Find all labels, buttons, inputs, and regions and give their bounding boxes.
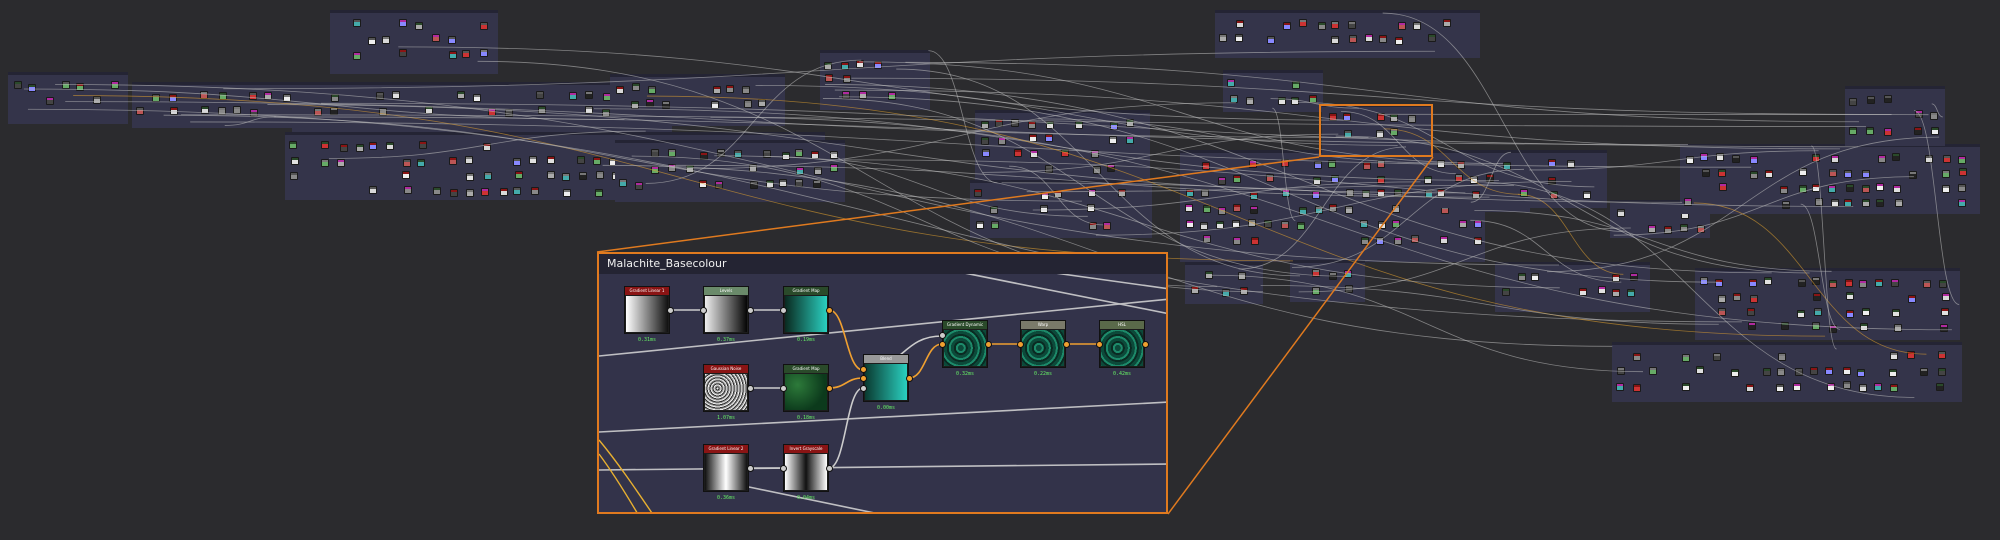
zoom-inset-panel[interactable]: Malachite_Basecolour Gradient Linear 1 0.… (597, 252, 1168, 514)
node-header: Gradient Map (784, 287, 828, 295)
node-timing: 0.37ms (716, 337, 736, 343)
node-timing: 0.19ms (796, 337, 816, 343)
node-invert-grayscale[interactable]: Invert Grayscale 0.04ms (783, 444, 829, 501)
node-preview-thumbnail (1022, 330, 1064, 366)
node-port[interactable] (906, 375, 913, 382)
node-preview-thumbnail (705, 296, 747, 332)
node-port[interactable] (860, 385, 867, 392)
node-header: Gaussian Noise (704, 365, 748, 373)
node-timing: 0.31ms (637, 337, 657, 343)
node-header: Warp (1021, 321, 1065, 329)
node-preview-thumbnail (785, 454, 827, 490)
node-gradient-map[interactable]: Gradient Map 0.18ms (783, 364, 829, 421)
node-preview-thumbnail (705, 374, 747, 410)
node-gradient-dynamic[interactable]: Gradient Dynamic 0.32ms (942, 320, 988, 377)
node-gaussian-noise[interactable]: Gaussian Noise 1.07ms (703, 364, 749, 421)
node-header: Gradient Linear 2 (704, 445, 748, 453)
node-warp[interactable]: Warp 0.22ms (1020, 320, 1066, 377)
node-timing: 0.00ms (876, 405, 896, 411)
node-port[interactable] (939, 341, 946, 348)
node-port[interactable] (985, 341, 992, 348)
node-port[interactable] (747, 307, 754, 314)
node-port[interactable] (1142, 341, 1149, 348)
node-preview-thumbnail (785, 374, 827, 410)
node-graph-canvas[interactable]: { "inset": { "title": "Malachite_Basecol… (0, 0, 2000, 540)
node-port[interactable] (747, 385, 754, 392)
node-link (908, 343, 943, 379)
node-preview-thumbnail (944, 330, 986, 366)
node-port[interactable] (939, 332, 946, 339)
node-port[interactable] (826, 385, 833, 392)
node-header: Blend (864, 355, 908, 363)
node-port[interactable] (780, 307, 787, 314)
inset-frame-title: Malachite_Basecolour (599, 254, 1166, 274)
node-port[interactable] (780, 465, 787, 472)
node-header: Levels (704, 287, 748, 295)
node-blend[interactable]: Blend 0.00ms (863, 354, 909, 411)
node-link (828, 309, 864, 371)
node-link (828, 387, 864, 469)
node-port[interactable] (1063, 341, 1070, 348)
node-port[interactable] (1096, 341, 1103, 348)
node-header: Gradient Dynamic (943, 321, 987, 329)
node-header: Gradient Linear 1 (625, 287, 669, 295)
node-port[interactable] (667, 307, 674, 314)
node-port[interactable] (860, 366, 867, 373)
node-timing: 0.18ms (796, 415, 816, 421)
node-header: Invert Grayscale (784, 445, 828, 453)
node-port[interactable] (700, 307, 707, 314)
node-timing: 0.36ms (716, 495, 736, 501)
node-levels[interactable]: Levels 0.37ms (703, 286, 749, 343)
node-header: Gradient Map (784, 365, 828, 373)
node-port[interactable] (780, 385, 787, 392)
node-port[interactable] (826, 465, 833, 472)
node-preview-thumbnail (865, 364, 907, 400)
node-gradient-linear-1[interactable]: Gradient Linear 1 0.31ms (624, 286, 670, 343)
node-preview-thumbnail (705, 454, 747, 490)
node-preview-thumbnail (1101, 330, 1143, 366)
node-preview-thumbnail (785, 296, 827, 332)
node-gradient-linear-2[interactable]: Gradient Linear 2 0.36ms (703, 444, 749, 501)
node-header: HSL (1100, 321, 1144, 329)
node-port[interactable] (1017, 341, 1024, 348)
node-timing: 1.07ms (716, 415, 736, 421)
node-timing: 0.22ms (1033, 371, 1053, 377)
node-link (828, 377, 864, 389)
node-port[interactable] (826, 307, 833, 314)
node-hsl[interactable]: HSL 0.42ms (1099, 320, 1145, 377)
node-timing: 0.32ms (955, 371, 975, 377)
node-port[interactable] (860, 375, 867, 382)
node-timing: 0.04ms (796, 495, 816, 501)
node-port[interactable] (747, 465, 754, 472)
node-preview-thumbnail (626, 296, 668, 332)
node-timing: 0.42ms (1112, 371, 1132, 377)
node-gradient-map[interactable]: Gradient Map 0.19ms (783, 286, 829, 343)
